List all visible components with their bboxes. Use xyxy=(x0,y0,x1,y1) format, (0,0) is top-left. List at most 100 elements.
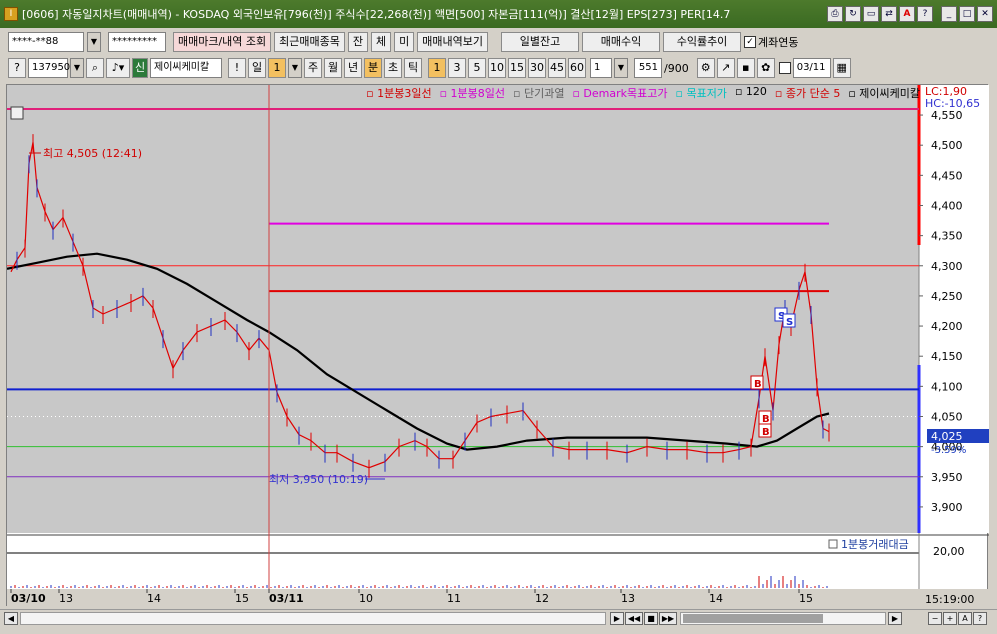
interval-value-field[interactable]: 1 xyxy=(590,58,612,78)
font-icon[interactable]: A xyxy=(899,6,915,22)
interval-15-button[interactable]: 15 xyxy=(508,58,526,78)
maximize-icon[interactable]: □ xyxy=(959,6,975,22)
volume-scale: 20,00 xyxy=(933,545,965,558)
volume-legend-box xyxy=(828,539,838,549)
high-annotation: 최고 4,505 (12:41) xyxy=(43,147,142,160)
period-dropdown-icon[interactable]: ▼ xyxy=(288,58,302,78)
period-month-button[interactable]: 월 xyxy=(324,58,342,78)
legend-item[interactable]: ▫ 1분봉3일선 xyxy=(366,85,431,100)
trade-history-button[interactable]: 매매내역보기 xyxy=(417,32,489,52)
x-tick-label: 13 xyxy=(59,592,73,605)
interval-60-button[interactable]: 60 xyxy=(568,58,586,78)
font-size-icon[interactable]: A xyxy=(958,612,972,625)
close-icon[interactable]: ✕ xyxy=(977,6,993,22)
save-icon[interactable]: ▪ xyxy=(736,58,755,78)
stop-icon[interactable]: ■ xyxy=(644,612,658,625)
date-field[interactable]: 03/11 xyxy=(792,58,831,78)
stock-code-field[interactable]: 137950 xyxy=(28,58,70,78)
play-icon[interactable]: ▶ xyxy=(610,612,624,625)
scroll-right-icon[interactable]: ▶ xyxy=(888,612,902,625)
search-icon[interactable]: ⌕ xyxy=(86,58,104,78)
stock-code-dropdown-icon[interactable]: ▼ xyxy=(70,58,84,78)
interval-45-button[interactable]: 45 xyxy=(548,58,566,78)
x-tick-label: 14 xyxy=(709,592,723,605)
period-day-button[interactable]: 일 xyxy=(248,58,266,78)
scroll-track[interactable] xyxy=(20,612,606,625)
password-field[interactable]: ********* xyxy=(108,32,166,52)
y-tick-label: 4,400 xyxy=(931,199,963,212)
interval-30-button[interactable]: 30 xyxy=(528,58,546,78)
interval-3-button[interactable]: 3 xyxy=(448,58,466,78)
balance-button[interactable]: 잔 xyxy=(347,32,369,52)
period-value-field[interactable]: 1 xyxy=(268,58,286,78)
period-second-button[interactable]: 초 xyxy=(384,58,402,78)
legend-item[interactable]: ▫ 목표저가 xyxy=(676,85,727,100)
window-title: [0606] 자동일지차트(매매내역) - KOSDAQ 외국인보유[796(천… xyxy=(22,8,731,21)
date-checkbox[interactable] xyxy=(778,62,791,74)
zoom-thumb[interactable] xyxy=(683,614,823,623)
info-icon[interactable]: ? xyxy=(8,58,26,78)
alert-button[interactable]: ! xyxy=(228,58,246,78)
price-chart: 4,550 4,500 4,450 4,400 4,350 4,300 4,250 4,200… xyxy=(6,85,989,607)
print-icon[interactable]: ⎙ xyxy=(827,6,843,22)
trade-mark-button[interactable]: 매매마크/내역 조회 xyxy=(173,32,272,52)
legend-item[interactable]: ▫ 120 xyxy=(735,85,767,99)
account-link-check[interactable]: ✓ xyxy=(744,36,757,48)
zoom-in-icon[interactable]: + xyxy=(943,612,957,625)
interval-dropdown-icon[interactable]: ▼ xyxy=(614,58,628,78)
legend-item[interactable]: ▫ 1분봉8일선 xyxy=(440,85,505,100)
x-tick-label: 03/10 xyxy=(11,592,46,605)
period-minute-button[interactable]: 분 xyxy=(364,58,382,78)
legend-item[interactable]: ▫ 제이씨케미칼 xyxy=(848,85,920,100)
tool-settings-icon[interactable]: ⚙ xyxy=(696,58,715,78)
count-field[interactable]: 551 xyxy=(634,58,662,78)
y-tick-label: 4,250 xyxy=(931,290,963,303)
legend-item[interactable]: ▫ 단기과열 xyxy=(513,85,564,100)
grid-toggle-icon[interactable] xyxy=(10,106,24,120)
account-dropdown-icon[interactable]: ▼ xyxy=(87,32,101,52)
refresh-icon[interactable]: ↻ xyxy=(845,6,861,22)
share-icon[interactable]: ⇄ xyxy=(881,6,897,22)
zoom-track[interactable] xyxy=(680,612,886,625)
account-link-checkbox[interactable]: ✓ 계좌연동 xyxy=(744,34,799,50)
time-label: 15:19:00 xyxy=(925,593,974,606)
y-tick-label: 4,100 xyxy=(931,380,963,393)
minimize-icon[interactable]: _ xyxy=(941,6,957,22)
period-week-button[interactable]: 주 xyxy=(304,58,322,78)
legend-item[interactable]: ▫ Demark목표고가 xyxy=(572,85,667,100)
tool-chart-icon[interactable]: ↗ xyxy=(716,58,735,78)
calendar-icon[interactable]: ▦ xyxy=(832,58,851,78)
executed-button[interactable]: 체 xyxy=(371,32,392,52)
period-year-button[interactable]: 년 xyxy=(344,58,362,78)
interval-1-button[interactable]: 1 xyxy=(428,58,446,78)
forward-icon[interactable]: ▶▶ xyxy=(659,612,677,625)
x-tick-label: 15 xyxy=(235,592,249,605)
interval-10-button[interactable]: 10 xyxy=(488,58,506,78)
y-tick-label: 4,300 xyxy=(931,260,963,273)
gear-icon[interactable]: ✿ xyxy=(756,58,775,78)
y-tick-label: 4,450 xyxy=(931,169,963,182)
help-icon[interactable]: ? xyxy=(973,612,987,625)
x-tick-label: 13 xyxy=(621,592,635,605)
zoom-out-icon[interactable]: − xyxy=(928,612,942,625)
chart-scrollbar[interactable]: ◀ ▶ ◀◀ ■ ▶▶ ▶ − + A ? xyxy=(0,609,997,625)
speaker-icon[interactable]: ♪▾ xyxy=(106,58,130,78)
current-change: -3.59% xyxy=(931,445,966,456)
daily-balance-button[interactable]: 일별잔고 xyxy=(501,32,580,52)
scroll-left-icon[interactable]: ◀ xyxy=(4,612,18,625)
trade-profit-button[interactable]: 매매수익 xyxy=(582,32,661,52)
return-trend-button[interactable]: 수익률추이 xyxy=(663,32,742,52)
interval-5-button[interactable]: 5 xyxy=(468,58,486,78)
help-icon[interactable]: ? xyxy=(917,6,933,22)
pending-button[interactable]: 미 xyxy=(394,32,415,52)
legend-item[interactable]: ▫ 종가 단순 5 xyxy=(775,85,840,100)
period-tick-button[interactable]: 틱 xyxy=(404,58,422,78)
recent-trades-button[interactable]: 최근매매종목 xyxy=(274,32,345,52)
chart-panel[interactable]: 4,550 4,500 4,450 4,400 4,350 4,300 4,250 4,200… xyxy=(6,84,989,607)
title-bar: I [0606] 자동일지차트(매매내역) - KOSDAQ 외국인보유[796… xyxy=(0,0,997,28)
volume-legend: 1분봉거래대금 xyxy=(841,538,909,551)
window-icon[interactable]: ▭ xyxy=(863,6,879,22)
rewind-icon[interactable]: ◀◀ xyxy=(625,612,643,625)
x-tick-label: 12 xyxy=(535,592,549,605)
account-field[interactable]: ****-**88 xyxy=(8,32,84,52)
